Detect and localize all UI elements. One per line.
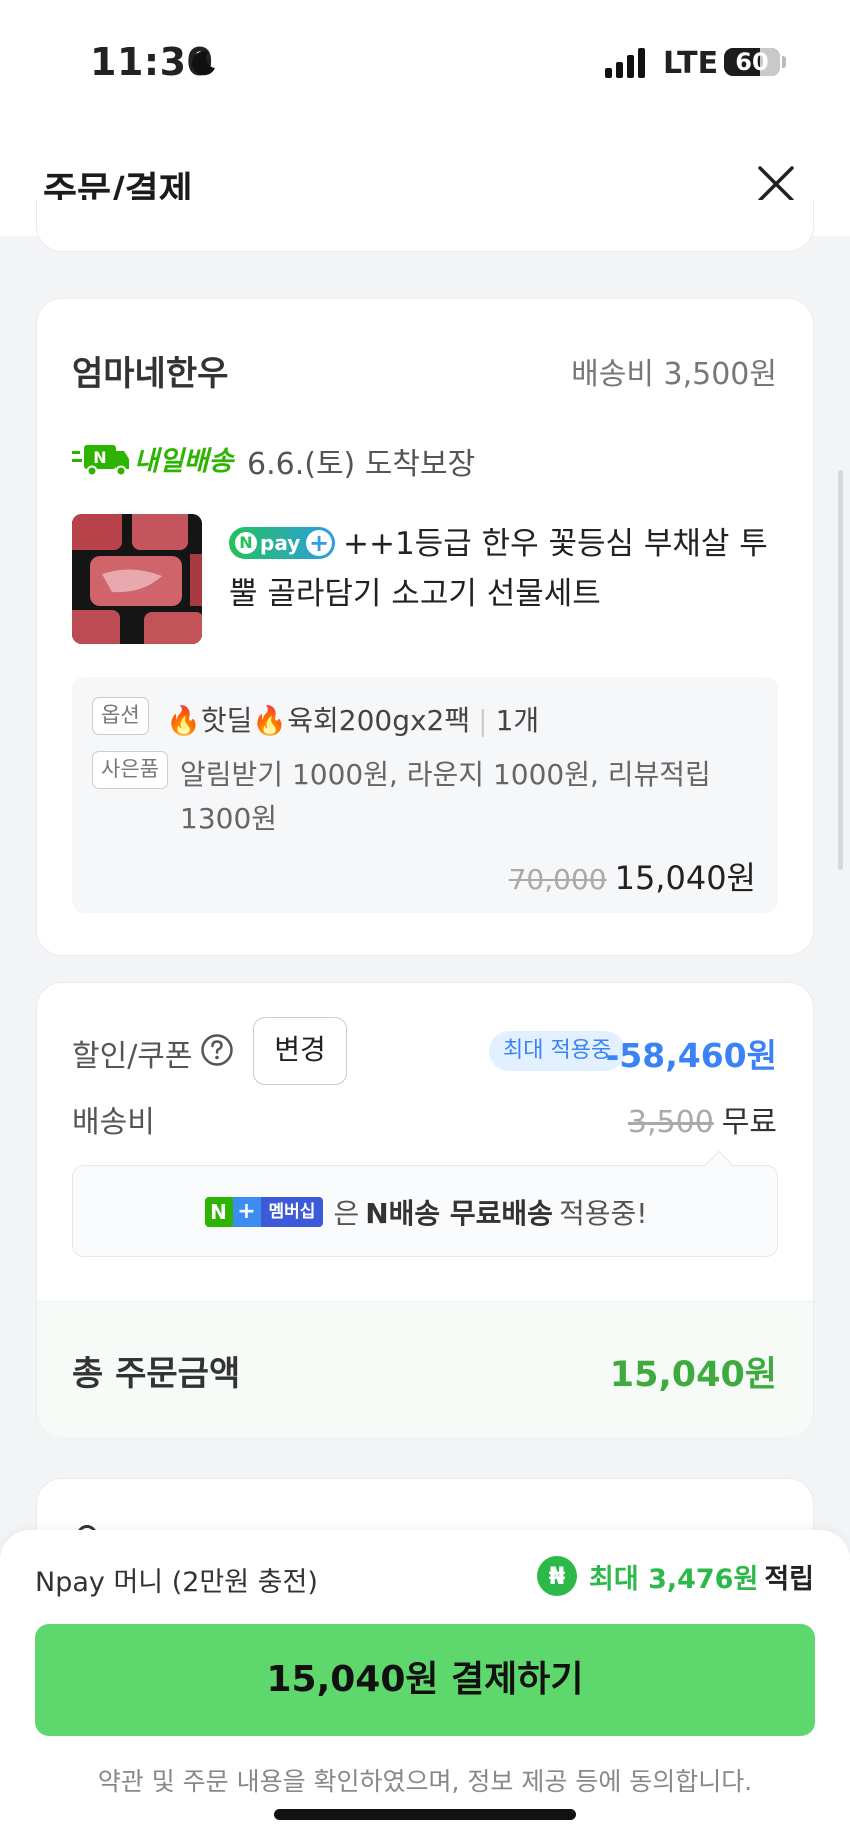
signal-icon [605,48,645,78]
network-label: LTE [663,46,719,81]
price-row: 70,000 15,040원 [509,853,756,899]
sale-price: 15,040원 [614,859,756,897]
npay-badge-label: pay [260,531,301,555]
nship-badge: N 내일배송 [72,439,233,478]
moon-icon [191,51,215,76]
shipping-value: 3,500 무료 [628,1097,777,1141]
seller-name[interactable]: 엄마네한우 [72,346,228,395]
membership-text-1: 은 [333,1197,360,1230]
battery-icon: 60 [724,48,780,76]
home-indicator [274,1809,576,1820]
status-bar: 11:30 LTE 60 [0,0,850,120]
reward-suffix: 적립 [764,1563,814,1595]
previous-card-bottom [36,200,814,252]
arrival-guarantee: 6.6.(토) 도착보장 [247,447,476,482]
membership-badge: 멤버십 [260,1197,324,1227]
pay-button[interactable]: 15,040원 결제하기 [35,1624,815,1736]
nship-label: 내일배송 [134,446,234,477]
membership-notice: N + 멤버십 은 N배송 무료배송 적용중! [72,1150,778,1257]
original-price: 70,000 [508,863,607,896]
option-box: 옵션 🔥핫딜🔥육회200gx2팩 | 1개 사은품 알림받기 1000원, 라운지 … [72,677,778,913]
gift-tag: 사은품 [92,751,168,789]
gift-text: 알림받기 1000원, 라운지 1000원, 리뷰적립 1300원 [180,758,711,835]
truck-icon: N [72,444,129,476]
shipping-original: 3,500 [627,1105,714,1140]
scrollbar[interactable] [838,470,843,870]
npay-plus-badge: N pay + [229,527,335,559]
battery-level: 60 [735,48,769,76]
membership-bold: N배송 무료배송 [365,1197,553,1230]
battery-tip [782,56,786,68]
total-label: 총 주문금액 [72,1354,241,1394]
npay-point-icon: ₦ [536,1556,577,1596]
option-tag: 옵션 [92,697,149,735]
shipping-label: 배송비 [72,1105,155,1140]
agreement-text: 약관 및 주문 내용을 확인하였으며, 정보 제공 등에 동의합니다. [97,1767,753,1796]
discount-amount: -58,460원 [605,1036,777,1075]
help-icon[interactable] [200,1033,234,1067]
change-coupon-button[interactable]: 변경 [253,1017,347,1085]
option-name: 🔥핫딜🔥육회200gx2팩 [166,704,471,737]
payment-sheet: Npay 머니 (2만원 충전) ₦ 최대 3,476원 적립 15,040원 … [0,1530,850,1842]
product-thumbnail[interactable] [72,514,202,644]
discount-label: 할인/쿠폰 [72,1039,193,1074]
reward-info: ₦ 최대 3,476원 적립 [536,1556,814,1596]
total-row: 총 주문금액 15,040원 [37,1301,813,1437]
npay-money-label: Npay 머니 (2만원 충전) [35,1567,318,1598]
shipping-free: 무료 [721,1105,777,1140]
total-amount: 15,040원 [609,1355,777,1395]
option-quantity: 1개 [495,704,540,737]
svg-text:N: N [93,448,106,467]
discount-card: 할인/쿠폰 변경 최대 적용중 -58,460원 배송비 3,500 무료 N + … [36,982,814,1437]
shipping-fee: 배송비 3,500원 [571,357,777,392]
product-card: 엄마네한우 배송비 3,500원 N 내일배송 6.6.(토) 도착보장 ++1… [36,298,814,956]
membership-text-2: 적용중! [558,1197,648,1230]
reward-amount: 최대 3,476원 [588,1563,759,1595]
npay-membership-logo: N + 멤버십 [204,1197,324,1227]
option-text: 🔥핫딜🔥육회200gx2팩 | 1개 [166,704,540,737]
